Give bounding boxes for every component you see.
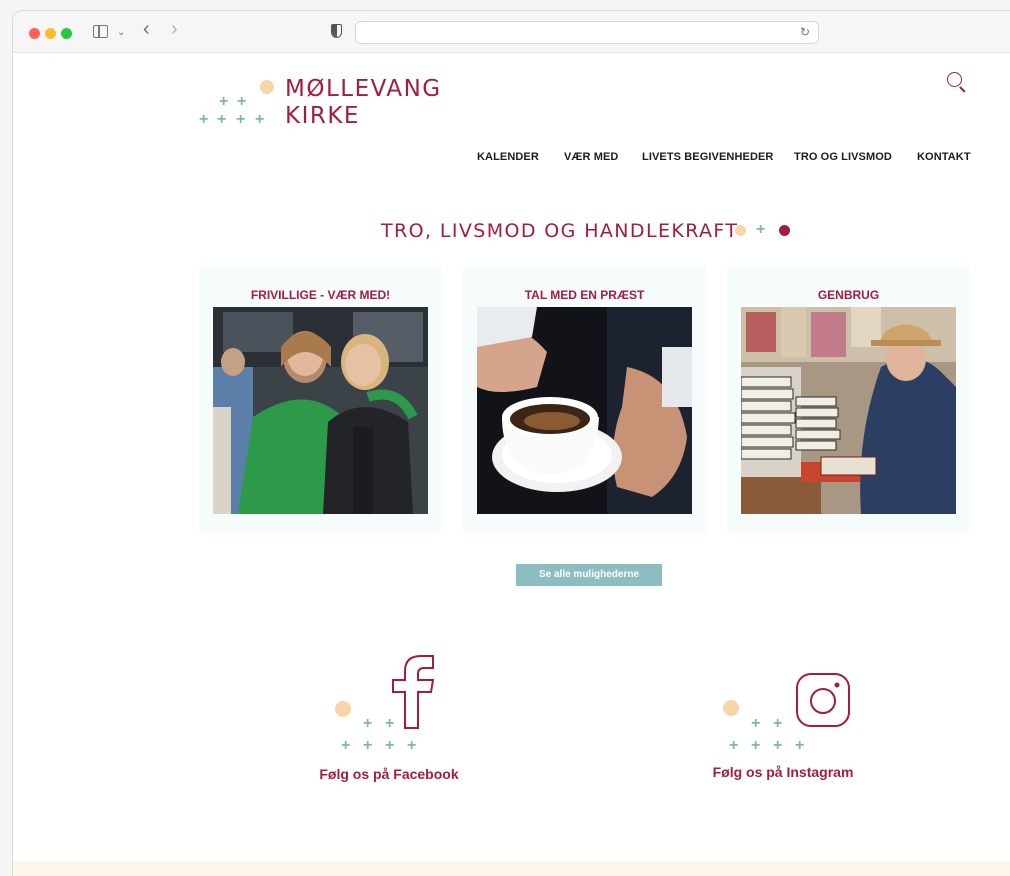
plus-icon: +	[751, 737, 761, 754]
card-title[interactable]: FRIVILLIGE - VÆR MED!	[199, 288, 442, 302]
instagram-icon[interactable]	[795, 672, 851, 728]
card-priest[interactable]: TAL MED EN PRÆST	[463, 266, 706, 532]
plus-icon: +	[341, 737, 351, 754]
nav-item-vaer-med[interactable]: VÆR MED	[564, 151, 618, 163]
zoom-window-button[interactable]	[61, 28, 72, 39]
plus-icon: +	[363, 737, 373, 754]
site-logo[interactable]: + + + + + + MØLLEVANG KIRKE	[199, 76, 459, 136]
browser-window: ⌄ ‹ › ↻ + + + + + + MØLLEVANG KIRKE KALE…	[12, 10, 1010, 876]
plus-icon: +	[729, 737, 739, 754]
plus-icon: +	[219, 93, 229, 110]
browser-toolbar: ⌄ ‹ › ↻	[13, 11, 1010, 53]
instagram-follow[interactable]: + + + + + + Følg os på Instagram	[683, 654, 883, 794]
back-arrow-icon[interactable]: ‹	[143, 19, 150, 39]
plus-icon: +	[255, 111, 265, 128]
facebook-label[interactable]: Følg os på Facebook	[289, 766, 489, 782]
card-image-genbrug[interactable]	[741, 307, 956, 514]
section-title-text: TRO, LIVSMOD OG HANDLEKRAFT	[381, 220, 739, 242]
address-bar[interactable]: ↻	[355, 21, 819, 44]
close-window-button[interactable]	[29, 28, 40, 39]
card-title[interactable]: GENBRUG	[727, 288, 970, 302]
instagram-label[interactable]: Følg os på Instagram	[683, 764, 883, 780]
card-image-volunteers[interactable]	[213, 307, 428, 514]
nav-item-livets-begivenheder[interactable]: LIVETS BEGIVENHEDER	[642, 151, 773, 163]
title-dot-icon	[779, 225, 790, 236]
privacy-shield-icon[interactable]	[331, 24, 342, 38]
nav-item-tro-og-livsmod[interactable]: TRO OG LIVSMOD	[794, 151, 892, 163]
social-dot-icon	[335, 701, 351, 717]
forward-arrow-icon[interactable]: ›	[171, 19, 178, 39]
title-dot-icon	[735, 225, 746, 236]
logo-wordmark: MØLLEVANG KIRKE	[285, 76, 442, 130]
plus-icon: +	[773, 737, 783, 754]
plus-icon: +	[773, 715, 783, 732]
plus-icon: +	[407, 737, 417, 754]
plus-icon: +	[385, 737, 395, 754]
minimize-window-button[interactable]	[45, 28, 56, 39]
plus-icon: +	[795, 737, 805, 754]
plus-icon: +	[756, 221, 766, 238]
nav-item-kalender[interactable]: KALENDER	[477, 151, 539, 163]
facebook-icon[interactable]	[389, 654, 437, 730]
plus-icon: +	[363, 715, 373, 732]
chevron-down-icon[interactable]: ⌄	[117, 24, 125, 42]
plus-icon: +	[199, 111, 209, 128]
web-page: + + + + + + MØLLEVANG KIRKE KALENDER VÆR…	[13, 54, 1010, 876]
card-volunteers[interactable]: FRIVILLIGE - VÆR MED!	[199, 266, 442, 532]
search-icon[interactable]	[947, 72, 962, 87]
logo-dot-icon	[260, 80, 274, 94]
card-image-priest[interactable]	[477, 307, 692, 514]
logo-line1: MØLLEVANG	[285, 76, 442, 102]
nav-item-kontakt[interactable]: KONTAKT	[917, 151, 971, 163]
sidebar-toggle-icon[interactable]	[93, 25, 108, 38]
plus-icon: +	[237, 93, 247, 110]
social-dot-icon	[723, 700, 739, 716]
card-genbrug[interactable]: GENBRUG	[727, 266, 970, 532]
plus-icon: +	[236, 111, 246, 128]
reload-icon[interactable]: ↻	[800, 25, 810, 39]
logo-line2: KIRKE	[285, 103, 360, 129]
section-title: TRO, LIVSMOD OG HANDLEKRAFT	[381, 220, 738, 242]
footer-band	[13, 861, 1010, 876]
see-all-button[interactable]: Se alle mulighederne	[516, 564, 662, 586]
plus-icon: +	[751, 715, 761, 732]
facebook-follow[interactable]: + + + + + + Følg os på Facebook	[289, 654, 489, 794]
card-title[interactable]: TAL MED EN PRÆST	[463, 288, 706, 302]
plus-icon: +	[217, 111, 227, 128]
